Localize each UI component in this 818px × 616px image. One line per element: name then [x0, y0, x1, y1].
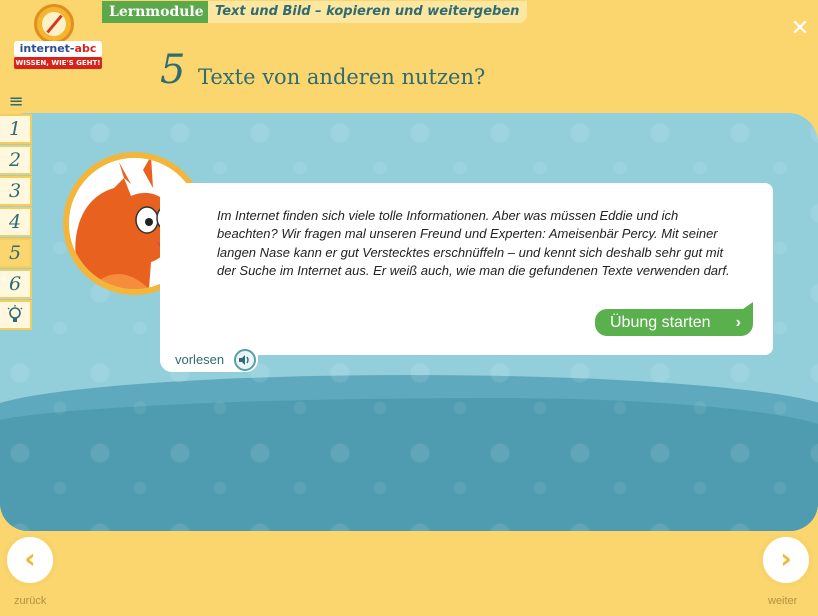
logo-word-main: internet-	[19, 42, 75, 55]
menu-icon[interactable]: ≡	[5, 92, 27, 112]
start-exercise-label: Übung starten	[610, 314, 711, 331]
breadcrumb-module[interactable]: Lernmodule	[102, 1, 211, 23]
compass-icon	[34, 4, 74, 44]
previous-label: zurück	[14, 595, 47, 607]
speech-card: Im Internet finden sich viele tolle Info…	[160, 183, 773, 355]
top-bar: Lernmodule Text und Bild – kopieren und …	[0, 0, 818, 24]
chapter-nav-item-6-label: 6	[8, 273, 22, 295]
tip-button[interactable]	[0, 300, 32, 330]
chevron-right-icon: ›	[735, 314, 741, 331]
lightbulb-icon	[7, 305, 23, 322]
logo-wordmark: internet-abc	[14, 41, 102, 57]
next-button[interactable]: ›	[759, 533, 813, 587]
logo: internet-abc WISSEN, WIE'S GEHT!	[12, 4, 104, 70]
start-exercise-button[interactable]: Übung starten ›	[595, 302, 753, 336]
chapter-nav-item-4[interactable]: 4	[0, 207, 32, 237]
logo-slogan: WISSEN, WIE'S GEHT!	[14, 57, 102, 69]
close-icon[interactable]: ✕	[788, 17, 812, 41]
speaker-icon	[234, 349, 256, 371]
chapter-nav: 1 2 3 4 5 +6	[0, 114, 32, 330]
chapter-nav-item-2[interactable]: 2	[0, 145, 32, 175]
chapter-nav-item-5[interactable]: 5	[0, 238, 32, 268]
logo-word-accent: abc	[74, 42, 97, 55]
page-title: Texte von anderen nutzen?	[198, 65, 486, 89]
chevron-right-icon: ›	[780, 542, 792, 575]
previous-button[interactable]: ‹	[3, 533, 57, 587]
chevron-left-icon: ‹	[24, 542, 36, 575]
intro-text: Im Internet finden sich viele tolle Info…	[217, 208, 730, 279]
read-aloud-button[interactable]: vorlesen	[160, 348, 258, 372]
breadcrumb-title: Text und Bild – kopieren und weitergeben	[208, 1, 528, 23]
chapter-number: 5	[160, 47, 186, 93]
read-aloud-label: vorlesen	[175, 352, 225, 367]
next-label: weiter	[768, 595, 798, 607]
plus-icon: +	[1, 275, 10, 286]
chapter-nav-item-3[interactable]: 3	[0, 176, 32, 206]
chapter-nav-item-1[interactable]: 1	[0, 114, 32, 144]
chapter-nav-item-6[interactable]: +6	[0, 269, 32, 299]
